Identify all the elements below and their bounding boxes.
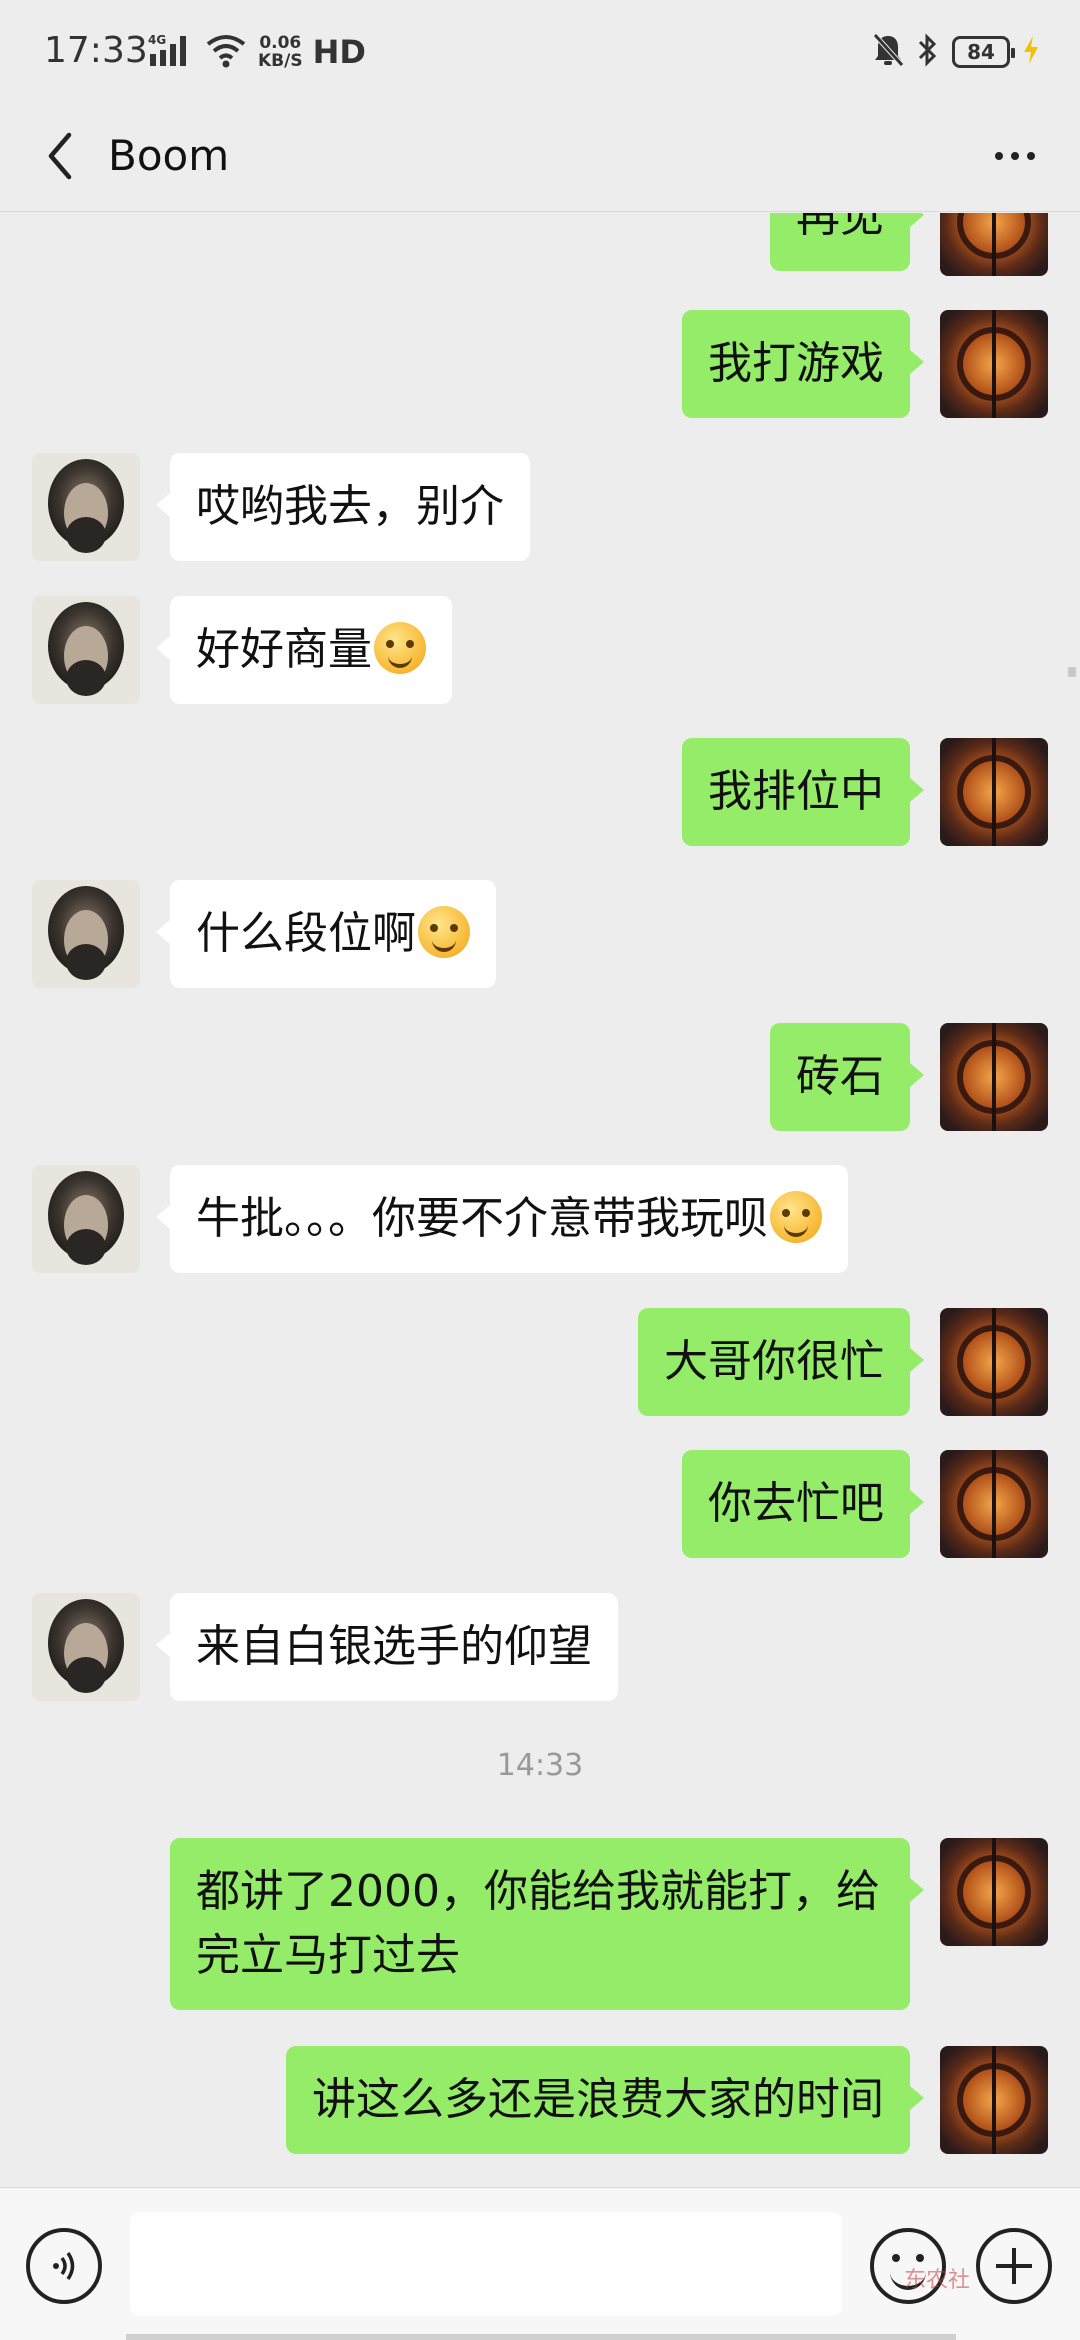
my-avatar[interactable] (940, 1023, 1048, 1131)
wifi-icon (204, 32, 248, 72)
signal-icon: 4G (148, 32, 194, 72)
home-indicator (126, 2334, 956, 2340)
chat-title: Boom (108, 131, 230, 180)
message-text: 大哥你很忙 (664, 1336, 884, 1387)
smirk-emoji-icon (418, 906, 470, 958)
message-text: 都讲了2000，你能给我就能打，给完立马打过去 (196, 1866, 880, 1981)
message-row-out: 再见 (0, 213, 1080, 277)
voice-icon (53, 2252, 75, 2280)
back-button[interactable] (30, 124, 90, 188)
message-input[interactable] (130, 2212, 842, 2316)
message-bubble-out[interactable]: 都讲了2000，你能给我就能打，给完立马打过去 (170, 1838, 924, 2010)
more-functions-button[interactable] (976, 2228, 1052, 2304)
hd-indicator: HD (312, 33, 366, 71)
message-text: 好好商量 (196, 624, 372, 675)
net-speed-unit: KB/S (258, 51, 303, 71)
message-bubble-out[interactable]: 砖石 (770, 1023, 924, 1131)
charging-icon (1022, 34, 1040, 70)
input-bar: 东农社 (0, 2187, 1080, 2340)
net-speed: 0.06 KB/S (258, 34, 303, 70)
contact-avatar[interactable] (32, 1165, 140, 1273)
message-bubble-in[interactable]: 好好商量 (156, 596, 452, 704)
message-row-out: 我排位中 (0, 738, 1080, 848)
more-dot-icon (1011, 152, 1019, 160)
message-row-in: 哎哟我去，别介 (0, 453, 1080, 563)
contact-avatar[interactable] (32, 1593, 140, 1701)
message-text: 牛批。。。你要不介意带我玩呗 (196, 1193, 768, 1244)
status-right-icons: 84 (872, 30, 1040, 74)
message-row-in: 来自白银选手的仰望 (0, 1593, 1080, 1703)
my-avatar[interactable] (940, 310, 1048, 418)
my-avatar[interactable] (940, 1308, 1048, 1416)
contact-avatar[interactable] (32, 596, 140, 704)
message-bubble-out[interactable]: 再见 (770, 213, 924, 271)
my-avatar[interactable] (940, 1838, 1048, 1946)
message-text: 来自白银选手的仰望 (196, 1621, 592, 1672)
contact-avatar[interactable] (32, 880, 140, 988)
watermark-text: 东农社 (904, 2268, 971, 2293)
message-bubble-in[interactable]: 牛批。。。你要不介意带我玩呗 (156, 1165, 848, 1273)
status-left-icons: 4G 0.06 KB/S HD (148, 30, 366, 74)
message-bubble-out[interactable]: 我打游戏 (682, 310, 924, 418)
message-bubble-out[interactable]: 你去忙吧 (682, 1450, 924, 1558)
my-avatar[interactable] (940, 213, 1048, 276)
message-row-out: 大哥你很忙 (0, 1308, 1080, 1418)
message-row-in: 好好商量 (0, 596, 1080, 706)
more-dot-icon (995, 152, 1003, 160)
message-row-out: 砖石 (0, 1023, 1080, 1133)
my-avatar[interactable] (940, 1450, 1048, 1558)
net-speed-value: 0.06 (259, 33, 302, 53)
back-arrow-icon (48, 132, 72, 180)
facepalm-emoji-icon (374, 622, 426, 674)
message-row-out: 你去忙吧 (0, 1450, 1080, 1560)
message-text: 什么段位啊 (196, 908, 416, 959)
mute-bell-icon (872, 32, 904, 72)
bluetooth-icon (916, 32, 940, 72)
message-text: 再见 (796, 213, 884, 242)
message-row-out: 都讲了2000，你能给我就能打，给完立马打过去 (0, 1838, 1080, 2014)
message-row-in: 牛批。。。你要不介意带我玩呗 (0, 1165, 1080, 1275)
contact-avatar[interactable] (32, 453, 140, 561)
network-type: 4G (148, 33, 166, 47)
message-bubble-out[interactable]: 讲这么多还是浪费大家的时间 (286, 2046, 924, 2154)
timestamp-divider: 14:33 (496, 1748, 584, 1783)
status-bar: 17:33 4G 0.06 KB/S HD 84 (0, 0, 1080, 100)
laugh-cry-emoji-icon (770, 1191, 822, 1243)
message-text: 哎哟我去，别介 (196, 481, 504, 532)
message-row-in: 什么段位啊 (0, 880, 1080, 990)
message-bubble-out[interactable]: 大哥你很忙 (638, 1308, 924, 1416)
battery-level: 84 (967, 40, 995, 64)
message-bubble-in[interactable]: 哎哟我去，别介 (156, 453, 530, 561)
message-bubble-out[interactable]: 我排位中 (682, 738, 924, 846)
voice-input-button[interactable] (26, 2228, 102, 2304)
message-bubble-in[interactable]: 来自白银选手的仰望 (156, 1593, 618, 1701)
message-text: 砖石 (796, 1051, 884, 1102)
message-text: 你去忙吧 (708, 1478, 884, 1529)
message-bubble-in[interactable]: 什么段位啊 (156, 880, 496, 988)
message-list[interactable]: 再见 我打游戏 哎哟我去，别介 好好商量 我排位中 什么段位啊 砖石 牛批。。。… (0, 213, 1080, 2187)
my-avatar[interactable] (940, 738, 1048, 846)
more-dot-icon (1027, 152, 1035, 160)
scrollbar-thumb[interactable] (1068, 667, 1076, 677)
message-text: 我打游戏 (708, 338, 884, 389)
message-row-out: 我打游戏 (0, 310, 1080, 420)
more-options-button[interactable] (980, 124, 1050, 188)
my-avatar[interactable] (940, 2046, 1048, 2154)
message-row-out: 讲这么多还是浪费大家的时间 (0, 2046, 1080, 2156)
status-time: 17:33 (44, 30, 148, 71)
message-text: 我排位中 (708, 766, 884, 817)
message-text: 讲这么多还是浪费大家的时间 (312, 2074, 884, 2125)
chat-header: Boom (0, 100, 1080, 212)
battery-icon: 84 (952, 36, 1015, 68)
